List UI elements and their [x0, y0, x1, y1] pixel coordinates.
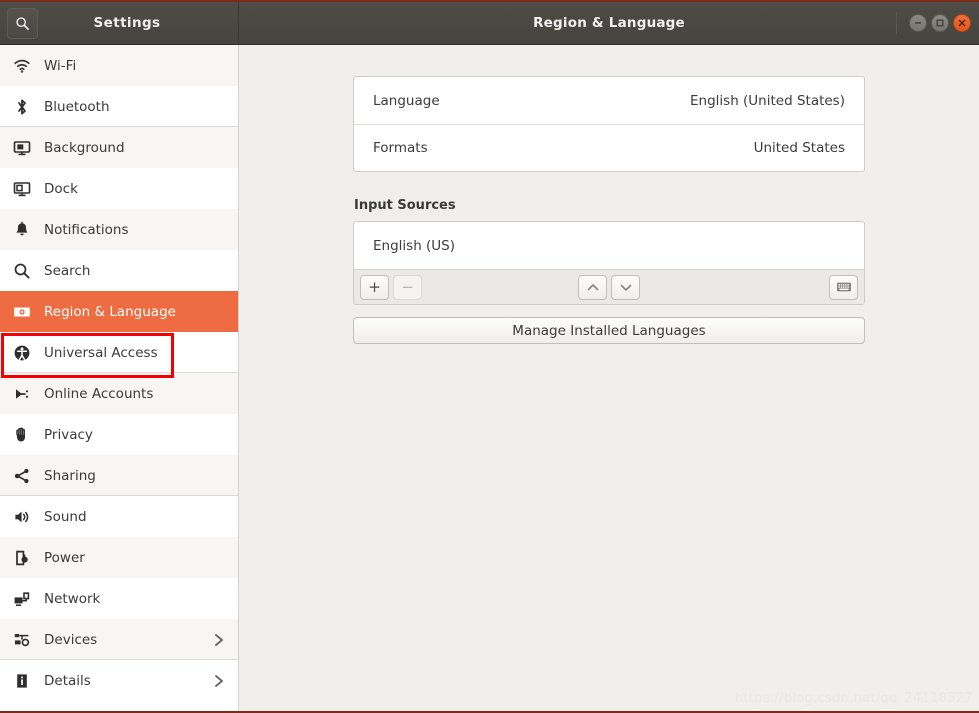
sidebar: Wi-Fi Bluetooth Background Dock Notifica…	[0, 45, 239, 713]
sidebar-item-details[interactable]: Details	[0, 660, 238, 701]
plus-icon: +	[368, 277, 381, 296]
minimize-icon	[913, 18, 923, 28]
titlebar-right: Region & Language	[239, 2, 979, 44]
keyboard-preview-button[interactable]	[829, 274, 858, 300]
background-icon	[11, 137, 33, 159]
chevron-up-icon	[586, 282, 600, 293]
sidebar-item-sharing[interactable]: Sharing	[0, 455, 238, 496]
input-sources-toolbar: + −	[354, 269, 864, 304]
language-settings-card: Language English (United States) Formats…	[353, 76, 865, 172]
power-icon	[11, 547, 33, 569]
formats-row-value: United States	[753, 140, 845, 156]
dock-icon	[11, 178, 33, 200]
wifi-icon	[11, 55, 33, 77]
sidebar-item-label: Sharing	[44, 467, 96, 484]
sidebar-item-region-language[interactable]: Region & Language	[0, 291, 238, 332]
chevron-right-icon	[212, 674, 226, 688]
sidebar-item-label: Privacy	[44, 426, 93, 443]
sidebar-item-label: Devices	[44, 631, 98, 648]
keyboard-icon	[836, 281, 852, 293]
input-sources-card: English (US) + −	[353, 221, 865, 305]
watermark-text: https://blog.csdn.net/qq_24118527	[734, 691, 973, 706]
sidebar-item-network[interactable]: Network	[0, 578, 238, 619]
sidebar-item-wifi[interactable]: Wi-Fi	[0, 45, 238, 86]
region-language-icon	[11, 301, 33, 323]
sidebar-item-label: Search	[44, 262, 91, 279]
sidebar-item-background[interactable]: Background	[0, 127, 238, 168]
sidebar-item-label: Notifications	[44, 221, 129, 238]
titlebar-left: Settings	[0, 2, 239, 44]
keyboard-button-group	[829, 274, 858, 300]
move-up-button[interactable]	[578, 274, 607, 300]
sidebar-item-privacy[interactable]: Privacy	[0, 414, 238, 455]
sidebar-item-label: Region & Language	[44, 303, 176, 320]
maximize-button[interactable]	[931, 14, 949, 32]
share-icon	[11, 465, 33, 487]
accessibility-icon	[11, 342, 33, 364]
sidebar-item-label: Power	[44, 549, 85, 566]
chevron-right-icon	[212, 633, 226, 647]
window-controls	[896, 12, 971, 34]
sidebar-item-label: Universal Access	[44, 344, 158, 361]
sidebar-item-label: Network	[44, 590, 101, 607]
sidebar-item-label: Background	[44, 139, 125, 156]
chevron-down-icon	[619, 282, 633, 293]
online-accounts-icon	[11, 383, 33, 405]
sidebar-item-notifications[interactable]: Notifications	[0, 209, 238, 250]
manage-installed-languages-button[interactable]: Manage Installed Languages	[353, 317, 865, 344]
language-row[interactable]: Language English (United States)	[354, 77, 864, 124]
titlebar: Settings Region & Language	[0, 2, 979, 45]
formats-row-label: Formats	[373, 140, 428, 156]
minus-icon: −	[401, 277, 414, 296]
sidebar-item-sound[interactable]: Sound	[0, 496, 238, 537]
close-button[interactable]	[953, 14, 971, 32]
sidebar-item-label: Bluetooth	[44, 98, 110, 115]
search-icon	[15, 16, 30, 31]
input-source-item[interactable]: English (US)	[354, 222, 864, 269]
sidebar-item-devices[interactable]: Devices	[0, 619, 238, 660]
reorder-button-group	[578, 274, 640, 300]
network-icon	[11, 588, 33, 610]
window-controls-separator	[896, 12, 897, 34]
sidebar-item-label: Wi-Fi	[44, 57, 77, 74]
sidebar-item-bluetooth[interactable]: Bluetooth	[0, 86, 238, 127]
language-row-label: Language	[373, 92, 440, 109]
search-icon	[11, 260, 33, 282]
sidebar-item-power[interactable]: Power	[0, 537, 238, 578]
add-input-source-button[interactable]: +	[360, 274, 389, 300]
sidebar-item-search[interactable]: Search	[0, 250, 238, 291]
language-row-value: English (United States)	[690, 92, 845, 109]
sidebar-item-label: Sound	[44, 508, 87, 525]
move-down-button[interactable]	[611, 274, 640, 300]
sidebar-item-label: Online Accounts	[44, 385, 154, 402]
input-sources-heading: Input Sources	[354, 198, 456, 213]
content-area: Language English (United States) Formats…	[239, 45, 979, 713]
sidebar-item-universal-access[interactable]: Universal Access	[0, 332, 238, 373]
close-icon	[957, 18, 967, 28]
sidebar-item-online-accounts[interactable]: Online Accounts	[0, 373, 238, 414]
minimize-button[interactable]	[909, 14, 927, 32]
bell-icon	[11, 219, 33, 241]
remove-input-source-button[interactable]: −	[393, 274, 422, 300]
hand-icon	[11, 424, 33, 446]
sidebar-item-label: Dock	[44, 180, 78, 197]
speaker-icon	[11, 506, 33, 528]
window-body: Wi-Fi Bluetooth Background Dock Notifica…	[0, 45, 979, 713]
content-inner: Language English (United States) Formats…	[353, 76, 865, 344]
page-title: Region & Language	[533, 15, 685, 31]
sidebar-item-dock[interactable]: Dock	[0, 168, 238, 209]
formats-row[interactable]: Formats United States	[354, 124, 864, 171]
app-title: Settings	[93, 15, 161, 31]
info-icon	[11, 670, 33, 692]
search-button[interactable]	[7, 7, 38, 39]
devices-icon	[11, 629, 33, 651]
sidebar-item-label: Details	[44, 672, 91, 689]
settings-window: Settings Region & Language Wi-Fi Bluetoo…	[0, 0, 979, 713]
bluetooth-icon	[11, 96, 33, 118]
maximize-icon	[935, 18, 945, 28]
